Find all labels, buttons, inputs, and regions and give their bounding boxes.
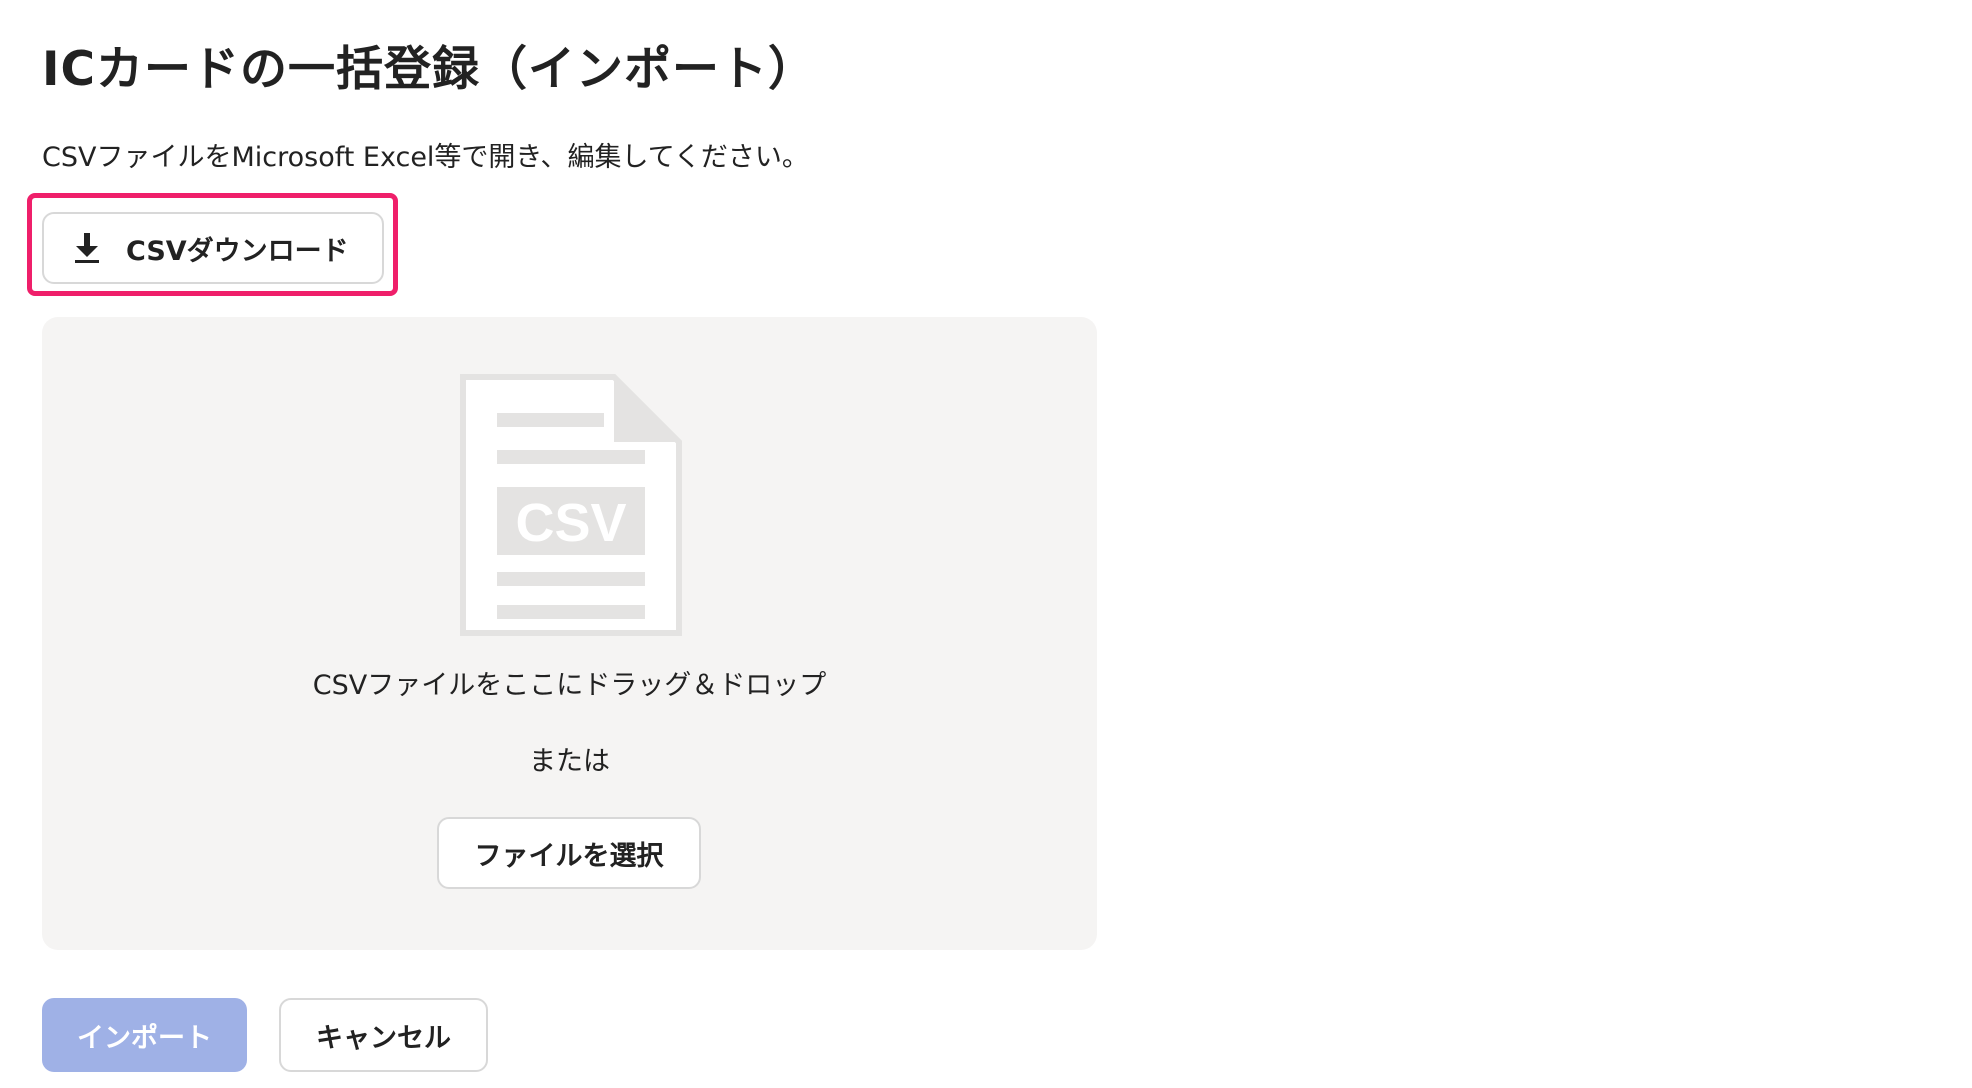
instructions-text: CSVファイルをMicrosoft Excel等で開き、編集してください。	[42, 142, 809, 173]
download-icon	[68, 229, 106, 267]
drop-instruction-text: CSVファイルをここにドラッグ＆ドロップ	[312, 670, 827, 701]
cancel-button[interactable]: キャンセル	[279, 998, 488, 1072]
or-text: または	[529, 746, 610, 777]
import-button[interactable]: インポート	[42, 998, 247, 1072]
select-file-button[interactable]: ファイルを選択	[437, 817, 701, 889]
csv-download-label: CSVダウンロード	[126, 235, 349, 267]
csv-download-button[interactable]: CSVダウンロード	[42, 212, 384, 284]
csv-icon-label: CSV	[515, 493, 626, 553]
csv-file-icon: CSV	[460, 374, 682, 636]
page-title: ICカードの一括登録（インポート）	[42, 42, 816, 97]
